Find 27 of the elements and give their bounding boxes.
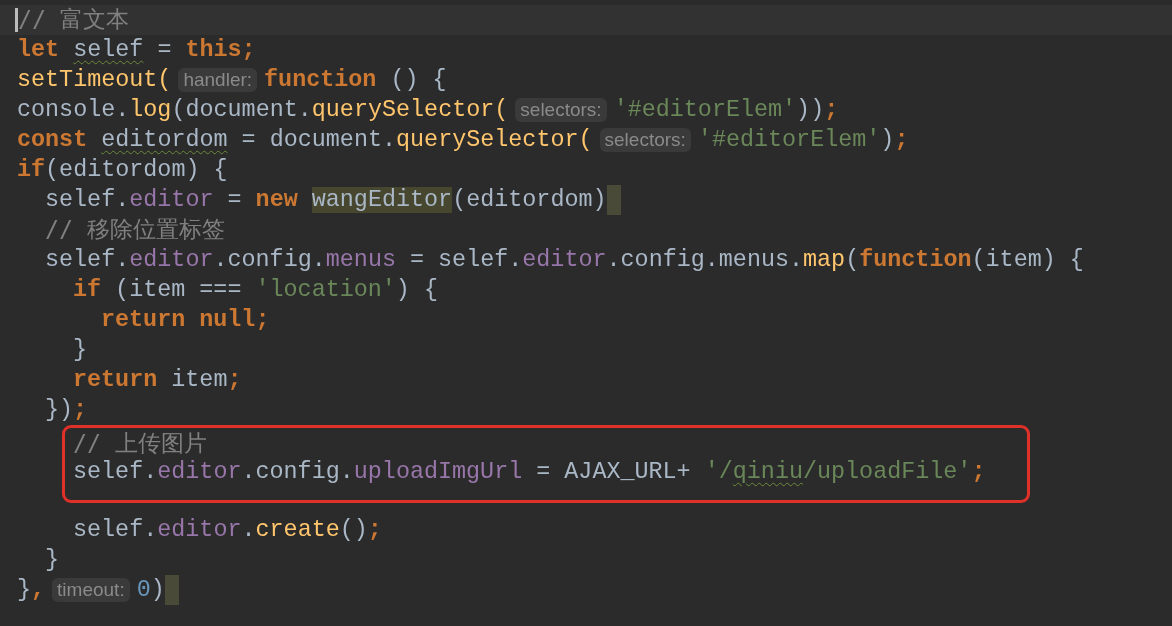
code-text: // 上传图片 (73, 429, 208, 459)
code-text: selef.editor.config.uploadImgUrl = AJAX_URL+ '/qiniu/uploadFile'; (73, 458, 986, 486)
code-text: }, (17, 576, 46, 605)
code-text: // 富文本 (18, 4, 130, 35)
code-text: } (45, 546, 60, 575)
code-text: if(editordom) { (17, 156, 228, 185)
parameter-hint: timeout: (52, 578, 130, 602)
code-text: setTimeout( (17, 66, 172, 95)
code-text: return null; (101, 306, 270, 335)
code-text: selef.editor = new wangEditor(editordom) (45, 186, 607, 215)
code-text: '#editorElem')); (613, 96, 839, 125)
code-text: return item; (73, 366, 242, 395)
parameter-hint: selectors: (515, 98, 607, 122)
code-text: 0) (136, 576, 165, 605)
code-text: '#editorElem'); (697, 126, 909, 155)
code-text: function () { (264, 66, 447, 95)
code-text: if (item === 'location') { (73, 276, 438, 305)
parameter-hint: handler: (178, 68, 258, 92)
code-text: // 移除位置标签 (45, 214, 226, 245)
code-text: }); (45, 396, 88, 425)
parameter-hint: selectors: (599, 128, 691, 152)
code-text: selef.editor.create(); (73, 516, 382, 545)
code-text: } (73, 336, 88, 365)
code-text: selef.editor.config.menus = selef.editor.config.menus.map(function(item) { (45, 246, 1084, 275)
code-text: console.log(document.querySelector( (17, 96, 509, 125)
code-text: let selef = this; (17, 36, 256, 65)
code-text: const editordom = document.querySelector( (17, 126, 593, 155)
